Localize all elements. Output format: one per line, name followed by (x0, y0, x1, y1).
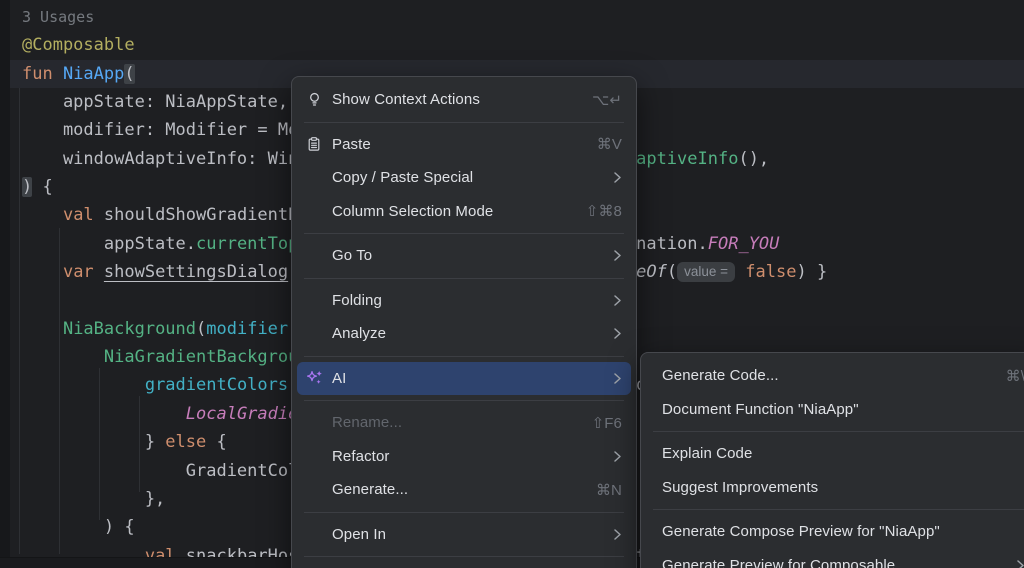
usages-inlay-hint[interactable]: 3 Usages (22, 8, 94, 26)
menu-item-shortcut: ⌥↵ (592, 91, 622, 109)
clipboard-icon (304, 135, 324, 153)
menu-item-label: Open In (332, 526, 593, 543)
menu-item-label: Copy / Paste Special (332, 169, 593, 186)
menu-item-copy-paste-special[interactable]: Copy / Paste Special (297, 161, 631, 195)
menu-separator (653, 504, 1024, 515)
chevron-right-icon (613, 294, 622, 307)
menu-item-analyze[interactable]: Analyze (297, 317, 631, 351)
menu-item-label: Explain Code (662, 445, 1024, 462)
menu-separator (304, 273, 624, 284)
menu-icon-spacer (304, 169, 324, 187)
menu-icon-spacer (304, 481, 324, 499)
chevron-right-icon (613, 450, 622, 463)
inline-hint: value = (677, 262, 735, 282)
menu-item-folding[interactable]: Folding (297, 284, 631, 318)
menu-item-shortcut: ⌘V (597, 135, 622, 153)
menu-icon-spacer (304, 325, 324, 343)
menu-item-paste[interactable]: Paste ⌘V (297, 128, 631, 162)
menu-separator (304, 117, 624, 128)
code-line[interactable]: 3 Usages (22, 3, 827, 31)
menu-item-label: Generate Compose Preview for "NiaApp" (662, 523, 1024, 540)
chevron-right-icon (613, 372, 622, 385)
code-line[interactable]: @Composable (22, 31, 827, 59)
chevron-right-icon (1016, 559, 1024, 568)
submenu-item-generate-preview-for-composable[interactable]: Generate Preview for Composable... (646, 549, 1024, 568)
menu-item-label: Generate Code... (662, 367, 986, 384)
menu-item-label: Generate... (332, 481, 576, 498)
menu-separator (653, 426, 1024, 437)
menu-icon-spacer (304, 247, 324, 265)
menu-separator (304, 507, 624, 518)
chevron-right-icon (613, 327, 622, 340)
menu-icon-spacer (304, 525, 324, 543)
submenu-item-suggest-improvements[interactable]: Suggest Improvements (646, 471, 1024, 505)
menu-separator (304, 551, 624, 562)
submenu-item-generate-code[interactable]: Generate Code... ⌘\ (646, 359, 1024, 393)
submenu-item-document-function[interactable]: Document Function "NiaApp" (646, 393, 1024, 427)
ai-sparkle-icon (304, 369, 324, 387)
menu-item-label: Suggest Improvements (662, 479, 1024, 496)
chevron-right-icon (613, 171, 622, 184)
menu-item-show-context-actions[interactable]: Show Context Actions ⌥↵ (297, 83, 631, 117)
menu-item-label: Analyze (332, 325, 593, 342)
menu-item-ai[interactable]: AI (297, 362, 631, 396)
menu-item-open-in[interactable]: Open In (297, 518, 631, 552)
menu-item-refactor[interactable]: Refactor (297, 440, 631, 474)
menu-icon-spacer (304, 414, 324, 432)
menu-item-column-selection-mode[interactable]: Column Selection Mode ⇧⌘8 (297, 195, 631, 229)
ai-submenu: Generate Code... ⌘\ Document Function "Nia… (640, 352, 1024, 568)
ide-editor-screen: 3 Usages@Composablefun NiaApp( appState:… (0, 0, 1024, 568)
menu-item-label: Folding (332, 292, 593, 309)
menu-item-label: Show Context Actions (332, 91, 572, 108)
menu-item-shortcut: ⌘N (596, 481, 622, 499)
indent-guide (19, 88, 20, 554)
menu-icon-spacer (304, 202, 324, 220)
submenu-item-explain-code[interactable]: Explain Code (646, 437, 1024, 471)
menu-item-label: Refactor (332, 448, 593, 465)
menu-item-label: Document Function "NiaApp" (662, 401, 1024, 418)
menu-item-label: Rename... (332, 414, 572, 431)
menu-item-shortcut: ⇧⌘8 (586, 202, 622, 220)
menu-item-label: Generate Preview for Composable... (662, 557, 996, 568)
menu-separator (304, 395, 624, 406)
menu-item-rename: Rename... ⇧F6 (297, 406, 631, 440)
menu-item-label: Column Selection Mode (332, 203, 566, 220)
lightbulb-icon (304, 91, 324, 109)
menu-item-label: AI (332, 370, 593, 387)
menu-item-label: Go To (332, 247, 593, 264)
menu-item-label: Paste (332, 136, 577, 153)
menu-separator (304, 228, 624, 239)
menu-icon-spacer (304, 291, 324, 309)
editor-context-menu: Show Context Actions ⌥↵ Paste ⌘VCopy / Past… (291, 76, 637, 568)
menu-item-go-to[interactable]: Go To (297, 239, 631, 273)
submenu-item-generate-compose-preview[interactable]: Generate Compose Preview for "NiaApp" (646, 515, 1024, 549)
chevron-right-icon (613, 528, 622, 541)
menu-separator (304, 351, 624, 362)
chevron-right-icon (613, 249, 622, 262)
menu-item-generate[interactable]: Generate... ⌘N (297, 473, 631, 507)
menu-item-shortcut: ⇧F6 (592, 414, 622, 432)
editor-gutter (0, 0, 10, 568)
menu-icon-spacer (304, 447, 324, 465)
menu-item-shortcut: ⌘\ (1006, 367, 1024, 385)
